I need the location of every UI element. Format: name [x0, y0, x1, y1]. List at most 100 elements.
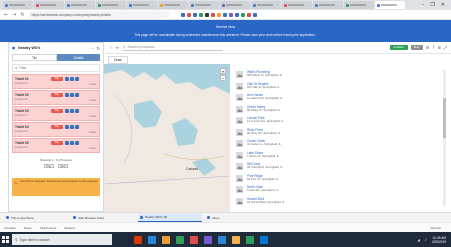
- list-item[interactable]: Green Valley 88 Valley Dr, Springfield, I…: [236, 105, 281, 116]
- close-icon[interactable]: ✕: [441, 2, 445, 8]
- secondary-pill[interactable]: Busy: [410, 45, 423, 50]
- workspace-tab[interactable]: This is App Store: [4, 214, 68, 222]
- list-item[interactable]: Sunset Blvd 19 Sunset Blvd, Springfield, …: [236, 197, 284, 208]
- browser-tab[interactable]: [3, 1, 33, 9]
- start-button[interactable]: [0, 232, 10, 247]
- status-attachments[interactable]: Attachments: [40, 226, 57, 230]
- call-icon[interactable]: [65, 93, 69, 97]
- minimize-panel-icon[interactable]: –: [92, 46, 94, 51]
- browser-tab[interactable]: [344, 1, 374, 9]
- list-item[interactable]: River Point 90 River Rd, Springfield, IL: [236, 128, 280, 139]
- taskbar-app-icon[interactable]: [134, 235, 142, 244]
- browser-tab[interactable]: [127, 1, 157, 9]
- list-item[interactable]: Oak St Repairs 200 Oak St, Springfield, I…: [236, 82, 280, 93]
- browser-tab[interactable]: [96, 1, 126, 9]
- zoom-out-button[interactable]: −: [220, 75, 226, 81]
- extension-icon[interactable]: [180, 12, 185, 17]
- restore-icon[interactable]: ❐: [430, 2, 434, 8]
- network-icon[interactable]: ◢: [417, 238, 419, 242]
- extension-icon[interactable]: [234, 12, 239, 17]
- call-icon[interactable]: [65, 125, 69, 129]
- address-bar[interactable]: https://servicedesk.company.com/mymap/ne…: [28, 11, 169, 18]
- browser-tab[interactable]: [189, 1, 219, 9]
- extension-icon[interactable]: [216, 12, 221, 17]
- grid-icon[interactable]: ⊞: [437, 45, 440, 50]
- browser-tab[interactable]: [251, 1, 281, 9]
- email-icon[interactable]: [70, 141, 74, 145]
- call-icon[interactable]: [65, 141, 69, 145]
- status-activities[interactable]: Activities: [4, 226, 16, 230]
- next-button[interactable]: Next: [58, 164, 68, 168]
- directions-icon[interactable]: [75, 125, 79, 129]
- email-icon[interactable]: [70, 93, 74, 97]
- browser-tab[interactable]: [34, 1, 64, 9]
- list-item[interactable]: Hill Crest 33 Crest Blvd, Springfield, IL: [236, 162, 282, 173]
- list-item[interactable]: Ann Harbor 12 Harbor Rd, Springfield, IL: [236, 93, 282, 104]
- email-icon[interactable]: [70, 109, 74, 113]
- extension-icon[interactable]: [228, 12, 233, 17]
- workspace-tab[interactable]: Inbox: [205, 214, 269, 222]
- list-item[interactable]: North Gate 5 Gate Rd, Springfield, IL: [236, 185, 278, 196]
- scrollbar-thumb[interactable]: [443, 98, 446, 138]
- browser-tab[interactable]: [375, 1, 405, 9]
- list-item[interactable]: Pine Ridge 62 Pine St, Springfield, IL: [236, 174, 279, 185]
- extension-icon[interactable]: [192, 12, 197, 17]
- taskbar-app-icon[interactable]: [148, 235, 156, 244]
- taskbar-app-icon[interactable]: [246, 235, 254, 244]
- draw-tab[interactable]: Draw: [108, 56, 128, 64]
- call-icon[interactable]: [65, 109, 69, 113]
- directions-icon[interactable]: [75, 93, 79, 97]
- taskbar-search[interactable]: ⚲ Type here to search: [12, 234, 112, 245]
- browser-tab[interactable]: [313, 1, 343, 9]
- expand-icon[interactable]: ⤢: [444, 45, 447, 50]
- workspace-tab[interactable]: Nearby WO's (5): [138, 213, 202, 222]
- list-item[interactable]: Lincoln Park 14 Lincoln Ave, Springfield,…: [236, 116, 284, 127]
- scrollbar[interactable]: [443, 70, 446, 206]
- taskbar-app-icon[interactable]: [218, 235, 226, 244]
- extension-icon[interactable]: [186, 12, 191, 17]
- list-item[interactable]: Walt's Plumbing 555 Maple St, Springfield…: [236, 70, 282, 81]
- status-notes[interactable]: Notes: [24, 226, 32, 230]
- ticket-card[interactable]: Ticket 01 Location A High 2 days: [12, 74, 100, 89]
- directions-icon[interactable]: [75, 141, 79, 145]
- minimize-icon[interactable]: –: [422, 2, 425, 8]
- volume-icon[interactable]: ♪: [425, 238, 427, 242]
- refresh-icon[interactable]: ↻: [97, 46, 100, 51]
- ticket-card[interactable]: Ticket 02 Location B High 3 days: [12, 90, 100, 105]
- search-input[interactable]: ⚲ Search by keyword: [122, 44, 223, 51]
- taskbar-app-icon[interactable]: [190, 235, 198, 244]
- taskbar-app-icon[interactable]: [232, 235, 240, 244]
- browser-tab[interactable]: [282, 1, 312, 9]
- extension-icon[interactable]: [252, 12, 257, 17]
- zoom-in-button[interactable]: +: [220, 68, 226, 74]
- browser-tab[interactable]: [220, 1, 250, 9]
- email-icon[interactable]: [70, 77, 74, 81]
- status-pill[interactable]: Available: [389, 45, 408, 50]
- ticket-card[interactable]: Ticket 04 Location D High 5 days: [12, 122, 100, 137]
- toggle-details[interactable]: Details: [57, 54, 100, 61]
- forward-arrow-icon[interactable]: →: [12, 12, 16, 18]
- toggle-tile[interactable]: Tile: [12, 54, 57, 61]
- list-item[interactable]: Lake Shore 7 Shore Dr, Springfield, IL: [236, 151, 279, 162]
- extension-icon[interactable]: [210, 12, 215, 17]
- map-view[interactable]: Canada + −: [104, 64, 230, 212]
- extension-icon[interactable]: [246, 12, 251, 17]
- workspace-tab[interactable]: Web Browser Index: [71, 214, 135, 222]
- settings-icon[interactable]: ⚙: [426, 45, 430, 50]
- list-item[interactable]: Cedar Creek 41 Cedar Ln, Springfield, IL: [236, 139, 281, 150]
- email-icon[interactable]: [70, 125, 74, 129]
- help-icon[interactable]: ?: [432, 45, 434, 50]
- browser-tab[interactable]: [65, 1, 95, 9]
- extension-icon[interactable]: [222, 12, 227, 17]
- reload-icon[interactable]: ↻: [20, 12, 24, 18]
- directions-icon[interactable]: [75, 109, 79, 113]
- extension-icon[interactable]: [198, 12, 203, 17]
- status-related[interactable]: Related: [64, 226, 74, 230]
- back-arrow-icon[interactable]: ←: [4, 12, 8, 18]
- directions-icon[interactable]: [75, 77, 79, 81]
- ticket-card[interactable]: Ticket 05 Location E High 6 days: [12, 138, 100, 153]
- browser-tab[interactable]: [158, 1, 188, 9]
- taskbar-app-icon[interactable]: [176, 235, 184, 244]
- taskbar-app-icon[interactable]: [204, 235, 212, 244]
- prev-button[interactable]: Prev: [44, 164, 54, 168]
